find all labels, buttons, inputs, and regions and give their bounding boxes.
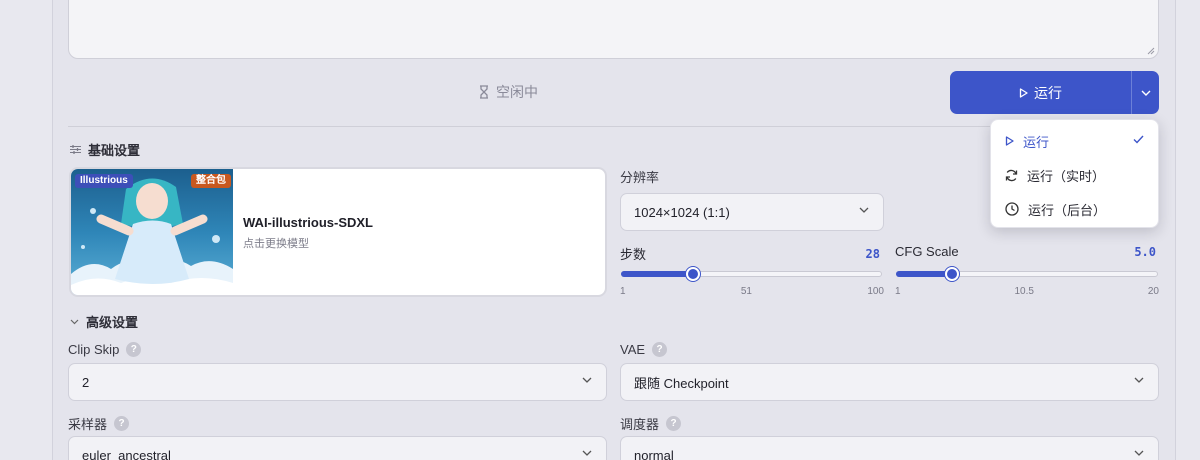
cfg-mid: 10.5: [1014, 286, 1034, 297]
sampler-value: euler_ancestral: [82, 447, 171, 460]
run-button[interactable]: 运行: [950, 71, 1131, 114]
chevron-down-icon: [859, 207, 869, 213]
vae-label: VAE: [620, 342, 646, 357]
model-name: WAI-illustrious-SDXL: [243, 215, 373, 230]
menu-item-label: 运行: [1023, 134, 1050, 150]
help-icon[interactable]: ?: [666, 416, 682, 431]
run-button-group: 运行: [950, 71, 1159, 114]
hourglass-icon: [480, 85, 488, 99]
resolution-select[interactable]: 1024×1024 (1:1): [620, 193, 884, 231]
menu-item-run-background[interactable]: 运行（后台）: [991, 192, 1158, 226]
steps-max: 100: [867, 286, 884, 297]
vae-select[interactable]: 跟随 Checkpoint: [620, 363, 1159, 401]
cfg-label: CFG Scale: [895, 244, 959, 259]
basic-settings-title: 基础设置: [88, 143, 141, 158]
sampler-label: 采样器: [68, 417, 108, 432]
check-icon: [1133, 135, 1144, 144]
cfg-ticks: 1 10.5 20: [895, 286, 1159, 297]
model-bundle-badge: 整合包: [191, 174, 231, 188]
refresh-icon: [1005, 169, 1018, 181]
sampler-select[interactable]: euler_ancestral: [68, 436, 607, 460]
steps-header: 步数 28: [620, 244, 880, 263]
cfg-max: 20: [1147, 286, 1159, 297]
cfg-value: 5.0: [1134, 244, 1156, 259]
scheduler-label: 调度器: [620, 417, 660, 432]
steps-min: 1: [620, 286, 626, 297]
steps-value: 28: [865, 246, 880, 261]
clip-skip-value: 2: [82, 374, 90, 390]
run-button-label: 运行: [1034, 84, 1062, 101]
model-thumbnail: [71, 169, 233, 295]
steps-mid: 51: [740, 286, 752, 297]
status-text: 空闲中: [496, 84, 538, 100]
resolution-label: 分辨率: [620, 170, 660, 185]
chevron-down-icon: [1134, 377, 1144, 383]
run-options-toggle[interactable]: [1132, 71, 1159, 114]
model-base-badge: Illustrious: [75, 174, 133, 188]
menu-item-run[interactable]: 运行: [991, 124, 1158, 158]
advanced-settings-heading[interactable]: 高级设置: [70, 312, 138, 331]
clip-skip-label-row: Clip Skip ?: [68, 342, 142, 357]
cfg-header: CFG Scale 5.0: [895, 244, 1156, 259]
vae-label-row: VAE ?: [620, 342, 668, 357]
play-icon: [1019, 87, 1028, 98]
steps-ticks: 1 51 100: [620, 286, 884, 297]
steps-slider-handle[interactable]: [685, 267, 700, 281]
cfg-slider-handle[interactable]: [944, 267, 959, 281]
cfg-slider[interactable]: [896, 267, 1158, 281]
cfg-slider-fill: [896, 271, 951, 277]
basic-settings-heading: 基础设置: [70, 140, 140, 159]
menu-item-run-realtime[interactable]: 运行（实时）: [991, 158, 1158, 192]
help-icon[interactable]: ?: [652, 342, 668, 357]
scheduler-value: normal: [634, 447, 674, 460]
menu-item-label: 运行（后台）: [1028, 202, 1107, 218]
clip-skip-label: Clip Skip: [68, 342, 120, 357]
steps-slider-fill: [621, 271, 692, 277]
prompt-textarea[interactable]: [68, 0, 1159, 59]
scheduler-select[interactable]: normal: [620, 436, 1159, 460]
clock-icon: [1005, 202, 1019, 216]
chevron-down-icon: [1141, 90, 1150, 96]
model-change-hint: 点击更换模型: [243, 238, 309, 250]
help-icon[interactable]: ?: [114, 416, 130, 431]
steps-label: 步数: [620, 247, 647, 262]
help-icon[interactable]: ?: [126, 342, 142, 357]
steps-slider[interactable]: [621, 267, 882, 281]
menu-item-label: 运行（实时）: [1027, 168, 1106, 184]
sliders-icon: [70, 145, 81, 154]
clip-skip-select[interactable]: 2: [68, 363, 607, 401]
chevron-down-icon: [582, 377, 592, 383]
sampler-label-row: 采样器 ?: [68, 414, 130, 433]
status-indicator: 空闲中: [478, 82, 538, 102]
chevron-down-icon: [1134, 450, 1144, 456]
run-options-menu: 运行 运行（实时） 运行（后台）: [990, 119, 1159, 228]
scheduler-label-row: 调度器 ?: [620, 414, 682, 433]
resize-handle-icon[interactable]: [1147, 47, 1155, 55]
advanced-settings-title: 高级设置: [86, 315, 139, 330]
play-icon: [1005, 136, 1014, 146]
vae-value: 跟随 Checkpoint: [634, 375, 729, 391]
resolution-value: 1024×1024 (1:1): [634, 204, 730, 220]
cfg-min: 1: [895, 286, 901, 297]
model-selector-card[interactable]: Illustrious 整合包 WAI-illustrious-SDXL 点击更…: [69, 167, 607, 297]
chevron-down-icon: [582, 450, 592, 456]
chevron-down-icon: [70, 319, 79, 324]
